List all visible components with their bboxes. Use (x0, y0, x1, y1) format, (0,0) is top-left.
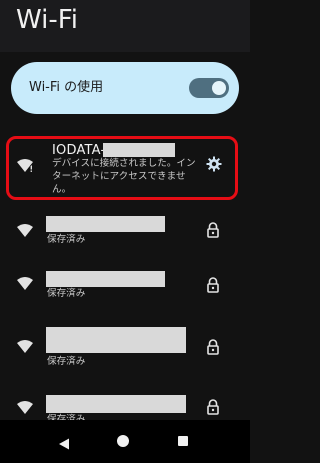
switch-knob (212, 81, 226, 95)
gear-icon[interactable] (205, 155, 223, 173)
wifi-signal-icon (16, 338, 34, 356)
lock-icon (206, 339, 220, 355)
lock-icon (206, 222, 220, 238)
connected-ssid: IODATA- (52, 143, 106, 158)
page-title: Wi-Fi (16, 5, 79, 35)
wifi-signal-icon (16, 275, 34, 293)
network-name-redaction (46, 271, 165, 287)
connected-status: デバイスに接続されました。インターネットにアクセスできません。 (52, 158, 196, 195)
network-name-redaction (46, 216, 165, 232)
network-status: 保存済み (47, 288, 86, 299)
ssid-redaction (103, 143, 175, 157)
home-circle-icon[interactable] (117, 435, 129, 447)
wifi-no-internet-icon (16, 157, 34, 175)
wifi-switch[interactable] (189, 78, 229, 98)
wifi-settings-screen: Wi-Fi Wi-Fi の使用 IODATA- デバイスに接続されました。インタ… (0, 0, 250, 463)
wifi-signal-icon (16, 222, 34, 240)
network-name-redaction (46, 327, 186, 353)
network-status: 保存済み (47, 356, 86, 367)
wifi-toggle-label: Wi-Fi の使用 (29, 80, 104, 95)
network-status: 保存済み (47, 234, 86, 245)
lock-icon (206, 277, 220, 293)
header: Wi-Fi (0, 0, 250, 52)
wifi-signal-icon (16, 399, 34, 417)
network-name-redaction (46, 395, 186, 413)
back-triangle-icon[interactable] (58, 435, 70, 450)
recent-square-icon[interactable] (178, 436, 188, 446)
lock-icon (206, 399, 220, 415)
